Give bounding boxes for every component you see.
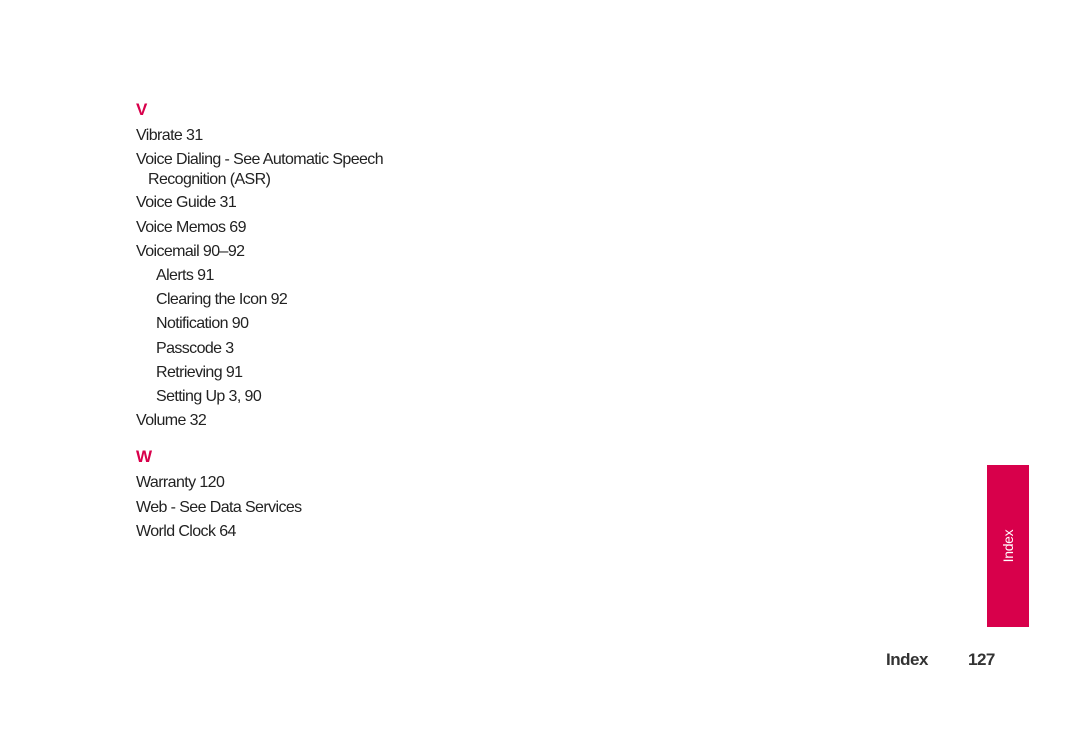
index-entry-continuation: Recognition (ASR) bbox=[148, 171, 271, 189]
index-entry: Voice Guide 31 bbox=[136, 194, 237, 212]
section-w: W Warranty 120 Web - See Data Services W… bbox=[136, 447, 383, 544]
index-subentry: Passcode 3 bbox=[156, 339, 234, 357]
index-entry: Vibrate 31 bbox=[136, 127, 203, 144]
index-entry: Voice Memos 69 bbox=[136, 218, 246, 236]
index-subentry: Setting Up 3, 90 bbox=[156, 388, 262, 406]
index-entry: Warranty 120 bbox=[136, 474, 225, 492]
section-v: V Vibrate 31 Voice Dialing - See Automat… bbox=[136, 100, 384, 433]
index-subentry: Retrieving 91 bbox=[156, 363, 243, 381]
index-entry: Web - See Data Services bbox=[136, 498, 302, 516]
section-letter-w: W bbox=[136, 447, 153, 467]
footer-page-number: 127 bbox=[968, 650, 995, 669]
side-tab-index: Index bbox=[987, 465, 1029, 627]
index-subentry: Clearing the Icon 92 bbox=[156, 291, 288, 309]
index-entry: Volume 32 bbox=[136, 412, 207, 430]
index-entry: World Clock 64 bbox=[136, 522, 236, 540]
footer-section-title: Index bbox=[886, 650, 928, 669]
index-column: V Vibrate 31 Voice Dialing - See Automat… bbox=[136, 100, 384, 544]
side-tab-label: Index bbox=[1000, 529, 1016, 563]
index-subentry: Notification 90 bbox=[156, 315, 249, 333]
index-entry: Voicemail 90–92 bbox=[136, 242, 245, 260]
section-letter-v: V bbox=[136, 100, 148, 119]
index-subentry: Alerts 91 bbox=[156, 267, 214, 285]
